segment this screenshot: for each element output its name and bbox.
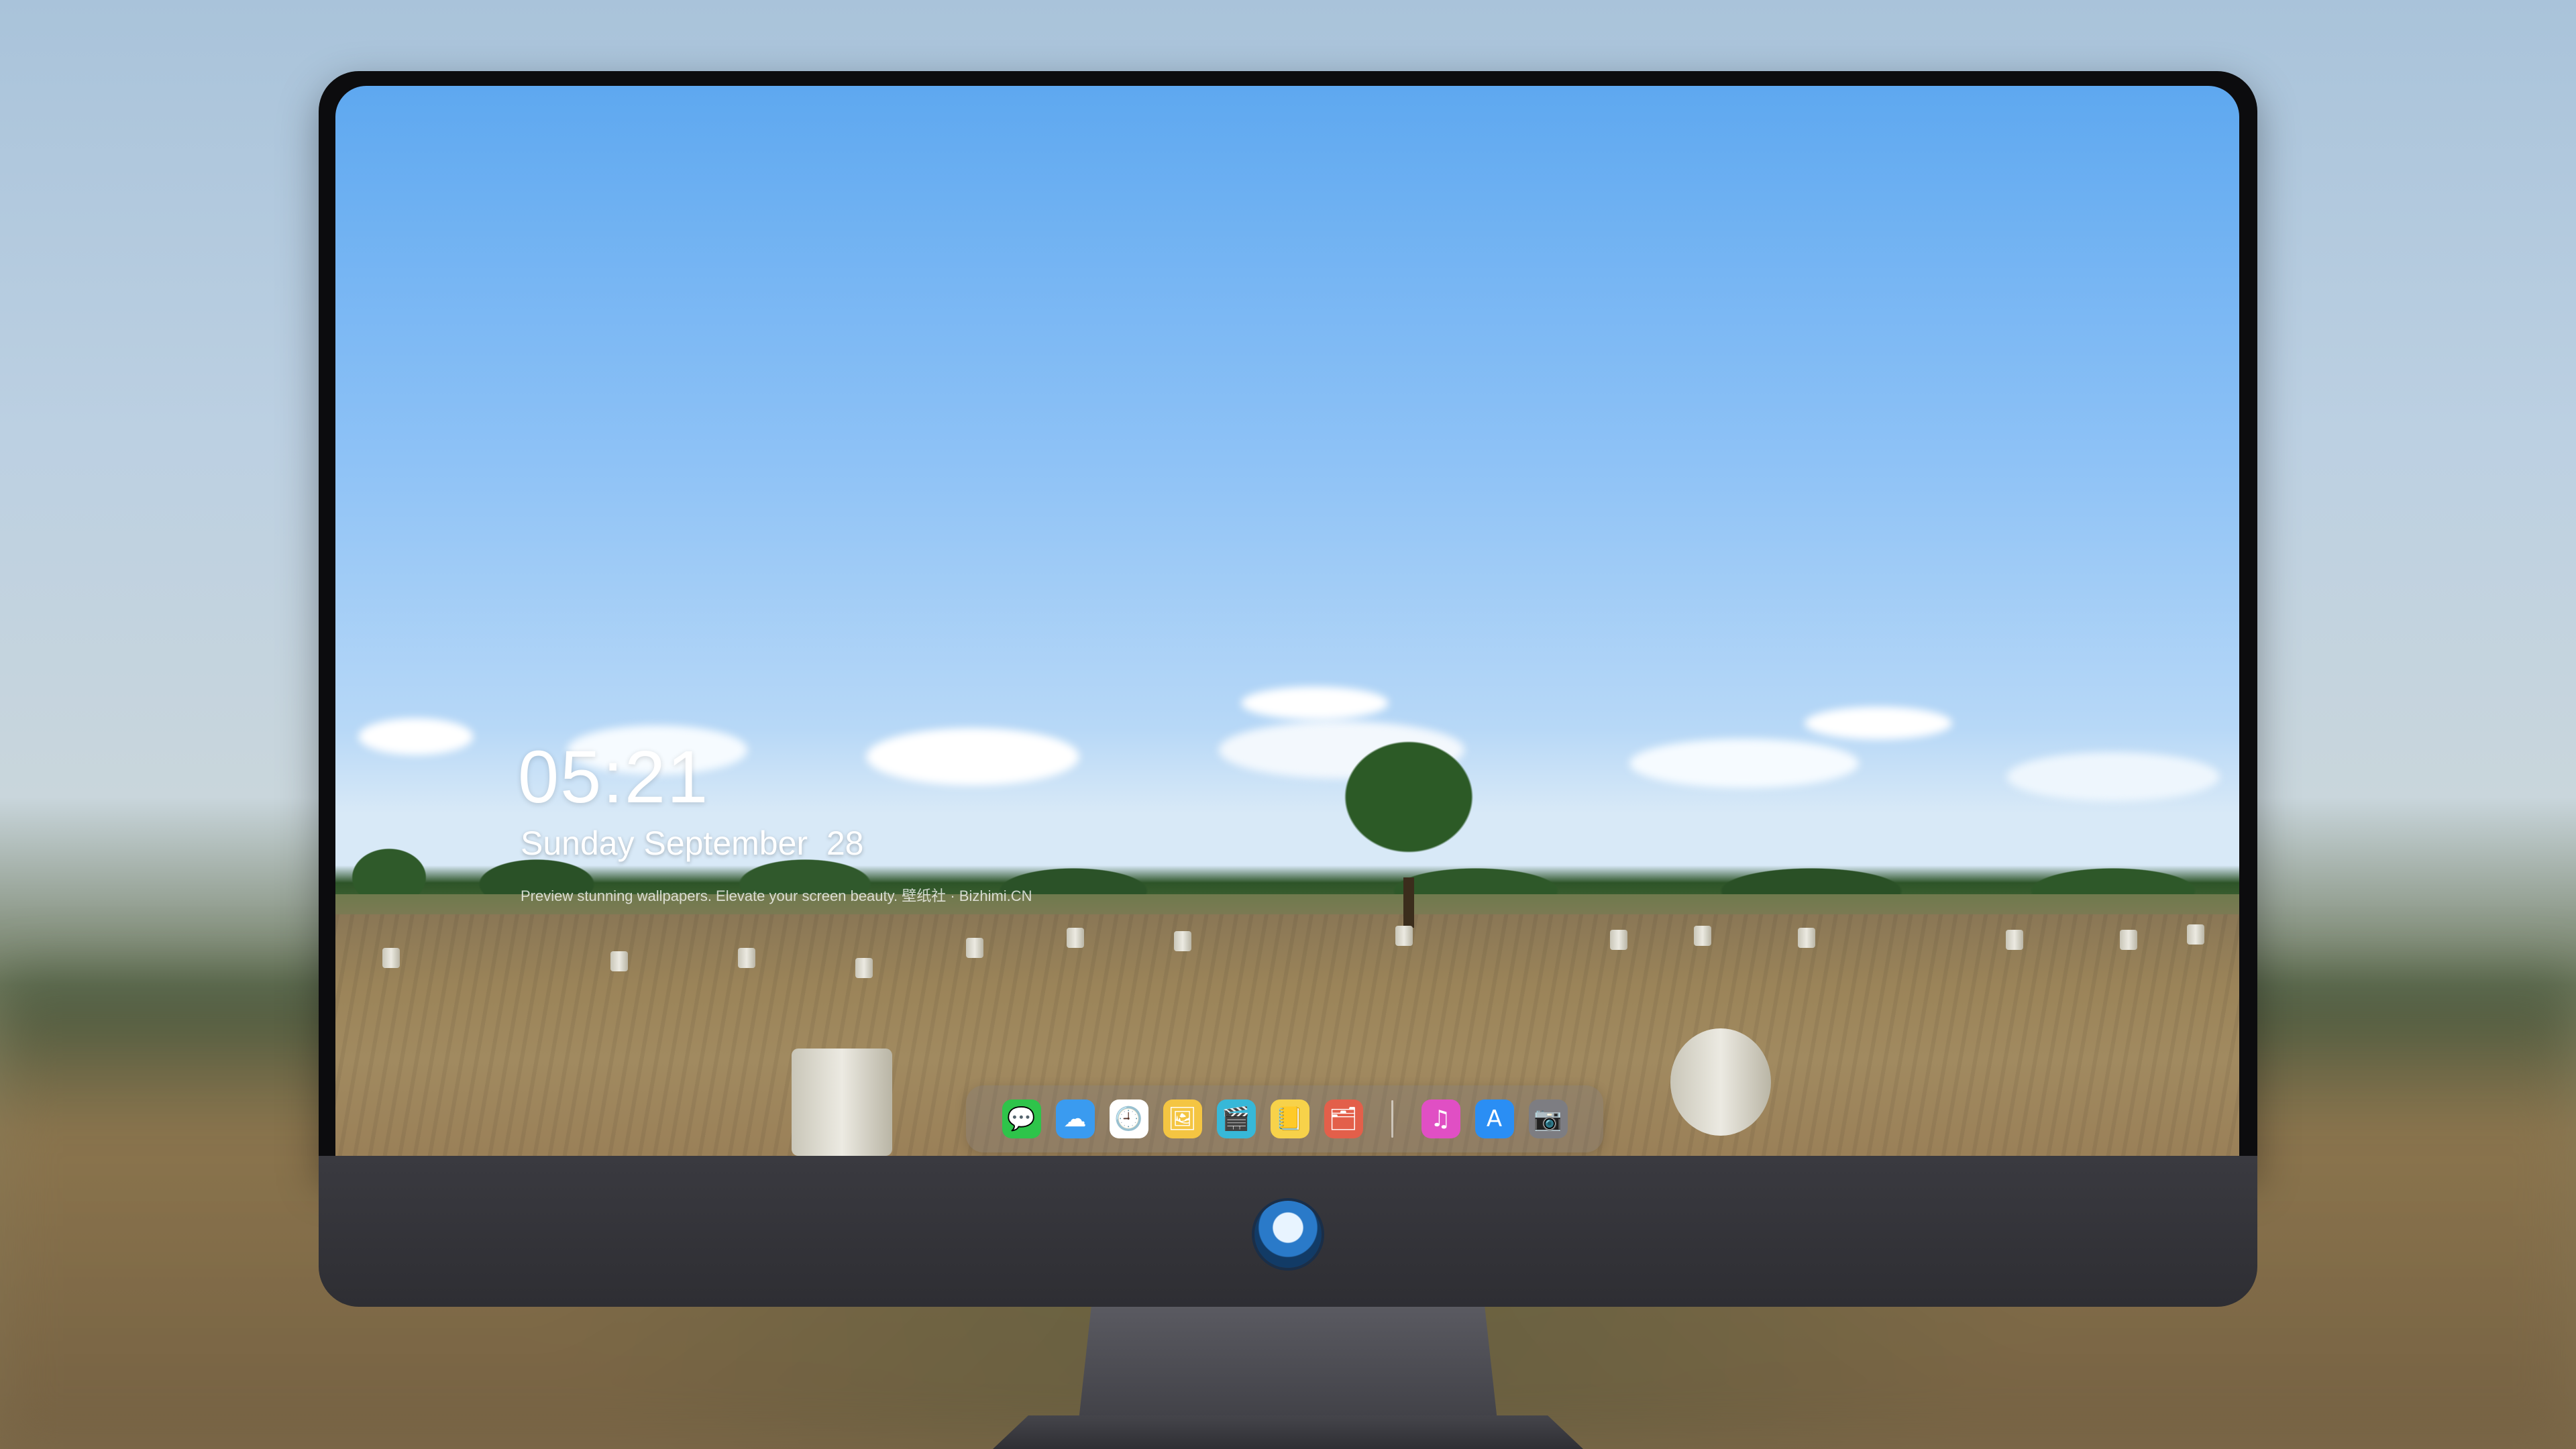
hay-bale <box>855 958 873 978</box>
hay-bale <box>610 951 628 971</box>
hay-bale <box>2187 924 2204 945</box>
hay-bale <box>2120 930 2137 950</box>
hay-bale <box>1395 926 1413 946</box>
video-editor-icon[interactable]: 🎬 <box>1216 1099 1256 1138</box>
wallpaper-tree-trunk <box>1403 877 1414 928</box>
lockscreen-date: Sunday September 28 <box>521 824 864 862</box>
dock: 💬 ☁ 🕘 🖼 🎬 📒 🗂 ♫ A 📷 <box>966 1085 1603 1152</box>
hay-bale-foreground <box>792 1049 892 1156</box>
desktop-screen: 05:21 Sunday September 28 Preview stunni… <box>335 86 2239 1156</box>
hay-bale-foreground <box>1670 1028 1771 1136</box>
hay-bale <box>1694 926 1711 946</box>
hay-bale <box>2006 930 2023 950</box>
notes-icon[interactable]: 📒 <box>1270 1099 1309 1138</box>
hay-bale <box>1610 930 1627 950</box>
hay-bale <box>382 948 400 968</box>
hay-bale <box>966 938 983 958</box>
music-icon[interactable]: ♫ <box>1421 1099 1460 1138</box>
messages-icon[interactable]: 💬 <box>1002 1099 1041 1138</box>
clock-icon[interactable]: 🕘 <box>1109 1099 1148 1138</box>
dragon-mascot-icon <box>1254 1201 1322 1268</box>
hay-bale <box>1798 928 1815 948</box>
hay-bale <box>1067 928 1084 948</box>
lockscreen-subtitle: Preview stunning wallpapers. Elevate you… <box>521 888 1032 904</box>
hay-bale <box>738 948 755 968</box>
preview-icon[interactable]: 🖼 <box>1163 1099 1202 1138</box>
lockscreen-time: 05:21 <box>518 736 710 818</box>
photos-app-icon[interactable]: 🗂 <box>1324 1099 1363 1138</box>
app-store-icon[interactable]: A <box>1474 1099 1514 1138</box>
camera-icon[interactable]: 📷 <box>1528 1099 1568 1138</box>
weather-icon[interactable]: ☁ <box>1055 1099 1095 1138</box>
dock-separator <box>1391 1100 1393 1138</box>
monitor-stand-base <box>993 1415 1583 1449</box>
hay-bale <box>1174 931 1191 951</box>
